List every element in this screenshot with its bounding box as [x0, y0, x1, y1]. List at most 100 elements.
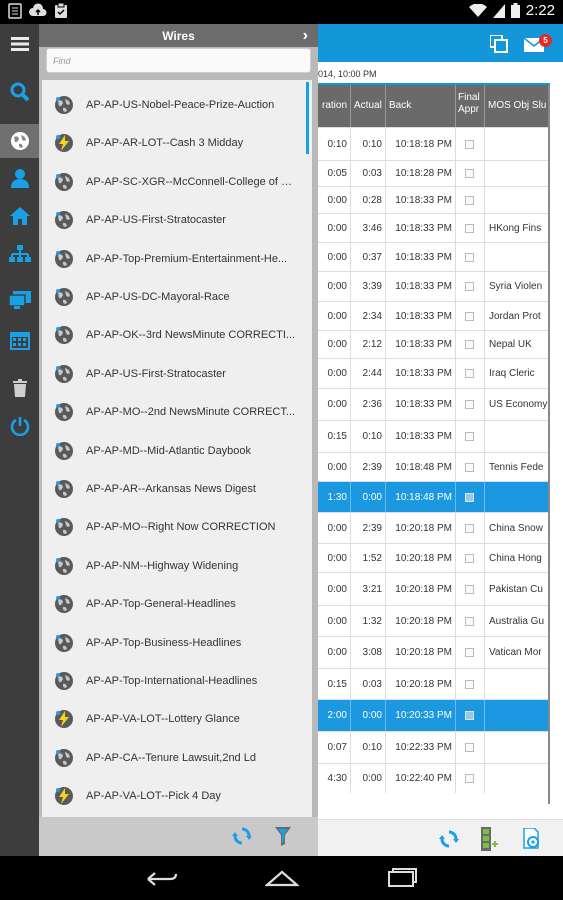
final-approval-checkbox[interactable] — [465, 311, 474, 321]
find-input[interactable]: Find — [46, 48, 311, 73]
final-approval-checkbox[interactable] — [465, 139, 474, 149]
column-header[interactable]: MOS Obj Slu — [485, 85, 548, 127]
stack-icon[interactable] — [481, 827, 499, 851]
table-row[interactable]: 0:00 2:36 10:18:33 PM US Economy — [318, 388, 548, 420]
column-header[interactable]: Actual — [351, 85, 386, 127]
wire-item[interactable]: AP-AP-Top-Business-Headlines — [42, 624, 307, 662]
rundown-grid[interactable]: ration Actual Back Final Appr MOS Obj Slu 0:10… — [318, 85, 550, 804]
table-row[interactable]: 0:00 0:37 10:18:33 PM — [318, 242, 548, 271]
final-approval-checkbox[interactable] — [465, 616, 474, 626]
final-approval-checkbox[interactable] — [465, 648, 474, 657]
table-row[interactable]: 0:00 2:39 10:20:18 PM China Snow — [318, 512, 548, 543]
final-approval-checkbox[interactable] — [465, 523, 474, 533]
final-approval-checkbox[interactable] — [465, 369, 474, 378]
wire-item[interactable]: AP-AP-US-DC-Mayoral-Race — [42, 278, 307, 316]
final-approval-checkbox[interactable] — [465, 252, 474, 262]
recent-apps-icon[interactable] — [387, 868, 417, 888]
search-icon[interactable] — [0, 76, 39, 108]
wire-item[interactable]: AP-AP-US-Nobel-Peace-Prize-Auction — [42, 86, 307, 124]
user-icon[interactable] — [0, 162, 39, 194]
final-approval-checkbox[interactable] — [465, 195, 474, 205]
final-approval-checkbox[interactable] — [465, 553, 474, 563]
actual-cell: 3:08 — [351, 637, 386, 668]
table-row[interactable]: 0:00 3:39 10:18:33 PM Syria Violen — [318, 271, 548, 301]
chevron-right-icon[interactable]: › — [303, 24, 308, 48]
final-approval-checkbox[interactable] — [465, 462, 474, 472]
table-row[interactable]: 0:00 1:32 10:20:18 PM Australia Gu — [318, 605, 548, 636]
column-header[interactable]: ration — [318, 85, 351, 127]
wire-item[interactable]: AP-AP-US-First-Stratocaster — [42, 201, 307, 239]
final-approval-checkbox[interactable] — [465, 774, 474, 783]
back-icon[interactable] — [146, 870, 178, 888]
duration-cell: 0:00 — [318, 272, 351, 301]
duration-cell: 0:10 — [318, 128, 351, 160]
wire-item[interactable]: AP-AP-AR--Arkansas News Digest — [42, 470, 307, 508]
trash-icon[interactable] — [0, 372, 39, 404]
home-icon[interactable] — [0, 200, 39, 232]
table-row[interactable]: 0:00 0:28 10:18:33 PM — [318, 186, 548, 213]
wire-item-label: AP-AP-NM--Highway Widening — [86, 559, 239, 572]
final-approval-checkbox[interactable] — [465, 711, 474, 720]
wire-item[interactable]: AP-AP-MD--Mid-Atlantic Daybook — [42, 432, 307, 470]
final-approval-checkbox[interactable] — [465, 282, 474, 291]
final-approval-checkbox[interactable] — [465, 223, 474, 233]
table-row[interactable]: 2:00 0:00 10:20:33 PM — [318, 699, 548, 731]
table-row[interactable]: 0:15 0:03 10:20:18 PM — [318, 668, 548, 699]
wire-item[interactable]: AP-AP-Top-International-Headlines — [42, 662, 307, 700]
sidebar — [0, 24, 39, 856]
org-chart-icon[interactable] — [0, 238, 39, 270]
wire-item[interactable]: AP-AP-SC-XGR--McConnell-College of C... — [42, 163, 307, 201]
wire-list[interactable]: AP-AP-US-Nobel-Peace-Prize-Auction AP-AP-… — [42, 80, 312, 817]
column-header[interactable]: Back — [386, 85, 456, 127]
table-row[interactable]: 0:00 1:52 10:20:18 PM China Hong — [318, 543, 548, 572]
table-row[interactable]: 4:30 0:00 10:22:40 PM — [318, 763, 548, 793]
final-approval-checkbox[interactable] — [465, 432, 474, 441]
final-approval-checkbox[interactable] — [465, 169, 474, 178]
wire-item[interactable]: AP-AP-CA--Tenure Lawsuit,2nd Ld — [42, 739, 307, 777]
wire-item[interactable]: AP-AP-OK--3rd NewsMinute CORRECTI... — [42, 316, 307, 354]
wire-item[interactable]: AP-AP-Top-Premium-Entertainment-He... — [42, 240, 307, 278]
final-approval-cell — [456, 272, 485, 301]
duration-cell: 4:30 — [318, 764, 351, 793]
table-row[interactable]: 0:10 0:10 10:18:18 PM — [318, 127, 548, 160]
wire-item[interactable]: AP-AP-NM--Highway Widening — [42, 547, 307, 585]
wire-item[interactable]: AP-AP-MO--2nd NewsMinute CORRECT... — [42, 393, 307, 431]
filter-icon[interactable] — [275, 826, 291, 846]
table-row[interactable]: 0:00 3:08 10:20:18 PM Vatican Mor — [318, 636, 548, 668]
table-row[interactable]: 0:07 0:10 10:22:33 PM — [318, 731, 548, 763]
final-approval-checkbox[interactable] — [465, 400, 474, 409]
refresh-icon[interactable] — [232, 826, 252, 846]
document-settings-icon[interactable] — [522, 828, 542, 850]
table-row[interactable]: 1:30 0:00 10:18:48 PM — [318, 481, 548, 512]
wire-item[interactable]: AP-AP-Top-General-Headlines — [42, 585, 307, 623]
duration-cell: 0:00 — [318, 389, 351, 420]
home-button-icon[interactable] — [265, 868, 299, 888]
copy-icon[interactable] — [490, 35, 508, 53]
calendar-icon[interactable] — [0, 324, 39, 356]
wire-item[interactable]: AP-AP-MO--Right Now CORRECTION — [42, 508, 307, 546]
wire-item[interactable]: AP-AP-AR-LOT--Cash 3 Midday — [42, 124, 307, 162]
wire-item[interactable]: AP-AP-US-First-Stratocaster — [42, 355, 307, 393]
power-icon[interactable] — [0, 410, 39, 442]
final-approval-checkbox[interactable] — [465, 743, 474, 752]
final-approval-checkbox[interactable] — [465, 584, 474, 594]
table-row[interactable]: 0:00 3:46 10:18:33 PM HKong Fins — [318, 213, 548, 242]
monitor-icon[interactable] — [0, 284, 39, 316]
table-row[interactable]: 0:00 2:39 10:18:48 PM Tennis Fede — [318, 452, 548, 481]
column-header[interactable]: Final Appr — [456, 85, 485, 127]
table-row[interactable]: 0:00 3:21 10:20:18 PM Pakistan Cu — [318, 572, 548, 605]
wires-globe-icon[interactable] — [0, 124, 39, 158]
final-approval-checkbox[interactable] — [465, 492, 474, 502]
wire-list-scrollbar[interactable] — [306, 82, 309, 154]
table-row[interactable]: 0:15 0:10 10:18:33 PM — [318, 420, 548, 452]
table-row[interactable]: 0:00 2:34 10:18:33 PM Jordan Prot — [318, 301, 548, 330]
wire-item[interactable]: AP-AP-VA-LOT--Pick 4 Day — [42, 777, 307, 815]
table-row[interactable]: 0:00 2:12 10:18:33 PM Nepal UK — [318, 330, 548, 358]
wire-item[interactable]: AP-AP-VA-LOT--Lottery Glance — [42, 700, 307, 738]
final-approval-checkbox[interactable] — [465, 679, 474, 689]
table-row[interactable]: 0:05 0:03 10:18:28 PM — [318, 160, 548, 186]
refresh-icon[interactable] — [439, 829, 459, 849]
menu-icon[interactable] — [0, 28, 39, 60]
final-approval-checkbox[interactable] — [465, 340, 474, 349]
table-row[interactable]: 0:00 2:44 10:18:33 PM Iraq Cleric — [318, 358, 548, 388]
